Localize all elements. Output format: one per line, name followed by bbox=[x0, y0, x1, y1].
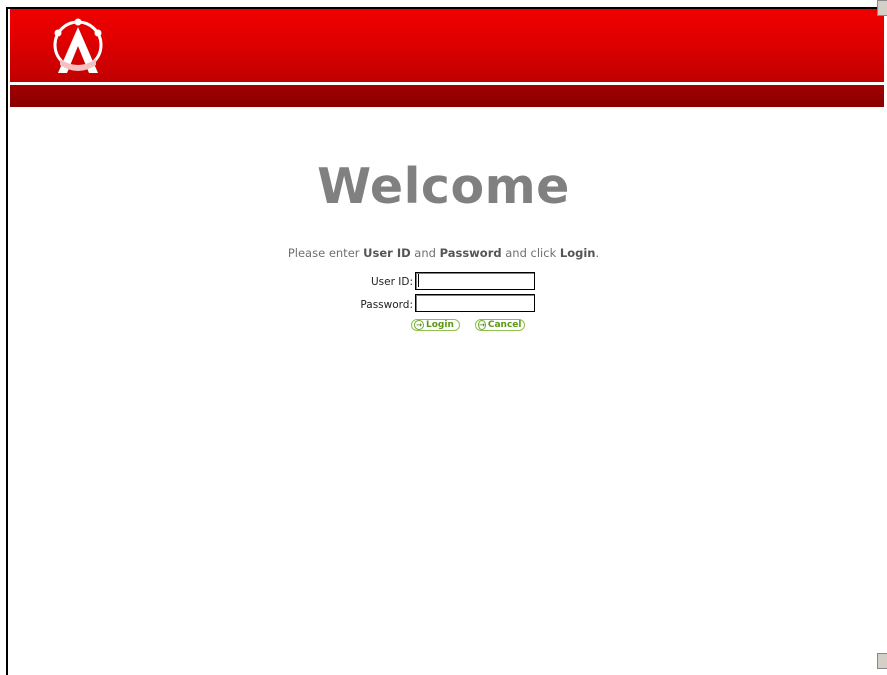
instructions-text-4: . bbox=[595, 246, 600, 260]
cancel-button[interactable]: → Cancel bbox=[475, 319, 525, 331]
instructions-login: Login bbox=[559, 246, 596, 260]
instructions-text-1: Please enter bbox=[287, 246, 364, 260]
instructions-password: Password bbox=[439, 246, 502, 260]
instructions-user-id: User ID bbox=[363, 246, 411, 260]
user-id-row: User ID: bbox=[300, 272, 413, 292]
page-title: Welcome bbox=[317, 158, 570, 215]
instructions-text-3: and click bbox=[501, 246, 560, 260]
login-button-label: Login bbox=[426, 320, 454, 330]
user-id-label: User ID: bbox=[371, 276, 413, 288]
password-row: Password: bbox=[300, 295, 413, 315]
login-instructions: Please enter User ID and Password and cl… bbox=[0, 246, 887, 260]
cancel-button-label: Cancel bbox=[487, 320, 522, 330]
header-banner bbox=[10, 9, 884, 82]
scrollbar-down-button[interactable] bbox=[877, 653, 887, 669]
scrollbar-up-button[interactable] bbox=[877, 0, 887, 16]
password-label: Password: bbox=[360, 299, 413, 311]
password-input[interactable] bbox=[415, 294, 535, 312]
company-logo-icon bbox=[53, 18, 103, 73]
login-button[interactable]: → Login bbox=[411, 319, 460, 331]
sub-banner bbox=[10, 85, 884, 107]
instructions-text-2: and bbox=[410, 246, 440, 260]
arrow-right-icon: → bbox=[414, 320, 424, 330]
user-id-input[interactable] bbox=[415, 272, 535, 290]
text-caret bbox=[418, 274, 419, 287]
arrow-right-icon: → bbox=[478, 320, 486, 330]
browser-frame bbox=[6, 7, 887, 675]
